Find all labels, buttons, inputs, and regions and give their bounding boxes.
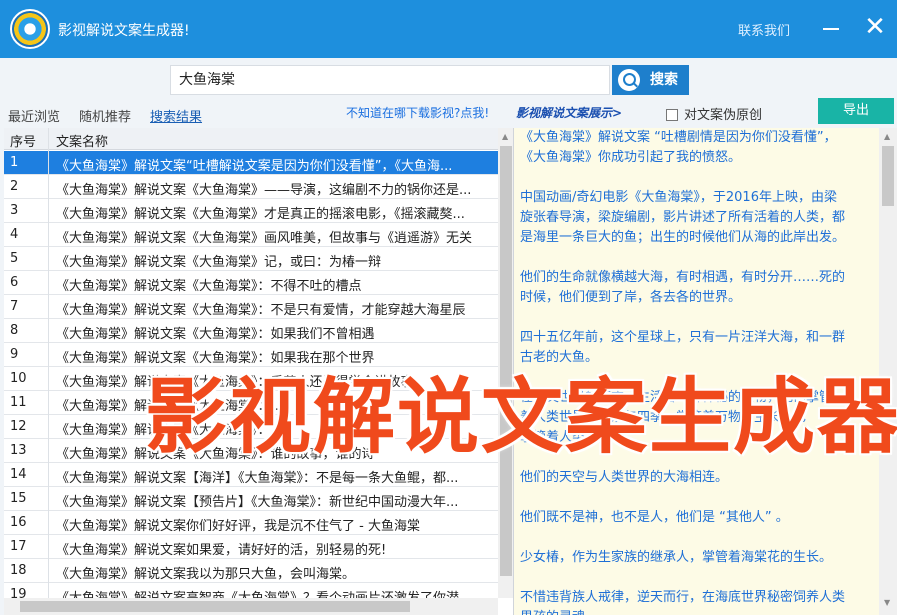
table-row[interactable]: 6 《大鱼海棠》解说文案《大鱼海棠》：不得不吐的槽点 <box>4 271 498 295</box>
row-title: 《大鱼海棠》解说文案《大鱼海棠》：如果我们不曾相遇 <box>56 327 375 342</box>
table-row[interactable]: 16 《大鱼海棠》解说文案你们好好评，我是沉不住气了 - 大鱼海棠 <box>4 511 498 535</box>
checkbox-box[interactable] <box>666 109 678 121</box>
preview-text: 《大鱼海棠》解说文案 “吐槽剧情是因为你们没看懂”， 《大鱼海棠》你成功引起了我… <box>520 130 846 615</box>
row-number: 15 <box>10 491 27 506</box>
row-number: 16 <box>10 515 27 530</box>
table-row[interactable]: 2 《大鱼海棠》解说文案《大鱼海棠》——导演，这编剧不力的锅你还是... <box>4 175 498 199</box>
contact-link[interactable]: 联系我们 <box>738 20 790 39</box>
row-number: 18 <box>10 563 27 578</box>
row-title: 《大鱼海棠》解说文案《大鱼海棠》：不是只有爱情，才能穿越大海星辰 <box>56 303 466 318</box>
row-number: 12 <box>10 419 27 434</box>
checkbox-label: 对文案伪原创 <box>684 108 763 123</box>
table-row[interactable]: 7 《大鱼海棠》解说文案《大鱼海棠》：不是只有爱情，才能穿越大海星辰 <box>4 295 498 319</box>
row-number: 2 <box>10 179 19 194</box>
search-icon <box>618 69 640 91</box>
table-row[interactable]: 15 《大鱼海棠》解说文案【预告片】《大鱼海棠》：新世纪中国动漫大年... <box>4 487 498 511</box>
table-row[interactable]: 1 《大鱼海棠》解说文案“吐槽解说文案是因为你们没看懂”，《大鱼海... <box>4 151 498 175</box>
table-vertical-scrollbar[interactable]: ▲ <box>498 128 513 598</box>
app-title: 影视解说文案生成器! <box>58 23 190 39</box>
row-title: 《大鱼海棠》解说文案【海洋】《大鱼海棠》：不是每一条大鱼鲲，都... <box>56 471 459 486</box>
preview-pane: 《大鱼海棠》解说文案 “吐槽剧情是因为你们没看懂”， 《大鱼海棠》你成功引起了我… <box>514 128 897 615</box>
preview-scroll-down-icon[interactable]: ▼ <box>884 598 890 607</box>
row-title: 《大鱼海棠》解说文案《大鱼海棠》：如果我在那个世界 <box>56 351 375 366</box>
row-title: 《大鱼海棠》解说文案《大鱼海棠》：... <box>56 399 283 414</box>
export-button[interactable]: 导出 <box>818 98 894 124</box>
row-number: 14 <box>10 467 27 482</box>
column-header-number[interactable]: 序号 <box>10 131 36 150</box>
row-number: 13 <box>10 443 27 458</box>
row-number: 17 <box>10 539 27 554</box>
row-number: 5 <box>10 251 19 266</box>
row-title: 《大鱼海棠》解说文案《大鱼海棠》：谁的故事，谁的诗 <box>56 447 375 462</box>
table-row[interactable]: 13 《大鱼海棠》解说文案《大鱼海棠》：谁的故事，谁的诗 <box>4 439 498 463</box>
table-row[interactable]: 4 《大鱼海棠》解说文案《大鱼海棠》画风唯美，但故事与《逍遥游》无关 <box>4 223 498 247</box>
tab-recent[interactable]: 最近浏览 <box>8 106 60 125</box>
scroll-thumb[interactable] <box>500 146 512 576</box>
row-title: 《大鱼海棠》解说文案《大鱼海棠》——导演，这编剧不力的锅你还是... <box>56 183 472 198</box>
table-row[interactable]: 11 《大鱼海棠》解说文案《大鱼海棠》：... <box>4 391 498 415</box>
search-button-label: 搜索 <box>650 72 678 88</box>
preview-scrollbar[interactable]: ▲ ▼ <box>879 128 897 615</box>
row-title: 《大鱼海棠》解说文案【预告片】《大鱼海棠》：新世纪中国动漫大年... <box>56 495 459 510</box>
tab-random[interactable]: 随机推荐 <box>79 106 131 125</box>
row-number: 1 <box>10 155 19 170</box>
download-help-link[interactable]: 不知道在哪下载影视?点我! <box>346 104 489 121</box>
row-number: 9 <box>10 347 19 362</box>
table-row[interactable]: 3 《大鱼海棠》解说文案《大鱼海棠》才是真正的摇滚电影，《摇滚藏獒... <box>4 199 498 223</box>
close-button[interactable]: ✕ <box>862 14 888 40</box>
tab-search-results[interactable]: 搜索结果 <box>150 106 202 125</box>
row-title: 《大鱼海棠》解说文案《大鱼海棠》：手艺人还是得学会讲故事 <box>56 375 414 390</box>
table-row[interactable]: 12 《大鱼海棠》解说文案《大鱼海棠》：... <box>4 415 498 439</box>
showcase-link[interactable]: 影视解说文案展示> <box>516 104 622 121</box>
title-bar: 影视解说文案生成器! 联系我们 ✕ <box>0 0 897 58</box>
pseudo-original-checkbox[interactable]: 对文案伪原创 <box>666 104 762 123</box>
table-row[interactable]: 17 《大鱼海棠》解说文案如果爱，请好好的活，别轻易的死! <box>4 535 498 559</box>
hscroll-thumb[interactable] <box>20 601 410 612</box>
row-number: 10 <box>10 371 27 386</box>
row-number: 8 <box>10 323 19 338</box>
row-title: 《大鱼海棠》解说文案我以为那只大鱼，会叫海棠。 <box>56 567 356 582</box>
table-row[interactable]: 5 《大鱼海棠》解说文案《大鱼海棠》记，或曰：为椿一辩 <box>4 247 498 271</box>
column-divider <box>48 128 49 598</box>
row-title: 《大鱼海棠》解说文案《大鱼海棠》才是真正的摇滚电影，《摇滚藏獒... <box>56 207 465 222</box>
preview-scroll-up-icon[interactable]: ▲ <box>884 132 890 141</box>
table-row[interactable]: 9 《大鱼海棠》解说文案《大鱼海棠》：如果我在那个世界 <box>4 343 498 367</box>
table-row[interactable]: 10 《大鱼海棠》解说文案《大鱼海棠》：手艺人还是得学会讲故事 <box>4 367 498 391</box>
row-number: 3 <box>10 203 19 218</box>
table-row[interactable]: 14 《大鱼海棠》解说文案【海洋】《大鱼海棠》：不是每一条大鱼鲲，都... <box>4 463 498 487</box>
preview-scroll-thumb[interactable] <box>882 146 894 206</box>
table-header: 序号 文案名称 <box>4 128 498 150</box>
column-header-name[interactable]: 文案名称 <box>56 131 108 150</box>
row-title: 《大鱼海棠》解说文案《大鱼海棠》记，或曰：为椿一辩 <box>56 255 382 270</box>
row-number: 6 <box>10 275 19 290</box>
row-number: 4 <box>10 227 19 242</box>
table-row[interactable]: 18 《大鱼海棠》解说文案我以为那只大鱼，会叫海棠。 <box>4 559 498 583</box>
row-title: 《大鱼海棠》解说文案《大鱼海棠》：... <box>56 423 283 438</box>
row-title: 《大鱼海棠》解说文案如果爱，请好好的活，别轻易的死! <box>56 543 387 558</box>
search-input[interactable]: 大鱼海棠 <box>170 65 610 95</box>
results-table: 序号 文案名称 1 《大鱼海棠》解说文案“吐槽解说文案是因为你们没看懂”，《大鱼海… <box>4 128 514 615</box>
minimize-button[interactable] <box>818 14 844 40</box>
table-horizontal-scrollbar[interactable] <box>4 598 498 615</box>
row-number: 11 <box>10 395 27 410</box>
row-number: 7 <box>10 299 19 314</box>
row-title: 《大鱼海棠》解说文案你们好好评，我是沉不住气了 - 大鱼海棠 <box>56 519 420 534</box>
table-row[interactable]: 8 《大鱼海棠》解说文案《大鱼海棠》：如果我们不曾相遇 <box>4 319 498 343</box>
app-logo-icon <box>10 9 50 49</box>
row-title: 《大鱼海棠》解说文案《大鱼海棠》画风唯美，但故事与《逍遥游》无关 <box>56 231 473 246</box>
search-button[interactable]: 搜索 <box>612 65 689 95</box>
scroll-up-arrow-icon[interactable]: ▲ <box>502 132 508 141</box>
row-title: 《大鱼海棠》解说文案“吐槽解说文案是因为你们没看懂”，《大鱼海... <box>56 159 453 174</box>
row-title: 《大鱼海棠》解说文案《大鱼海棠》：不得不吐的槽点 <box>56 279 362 294</box>
